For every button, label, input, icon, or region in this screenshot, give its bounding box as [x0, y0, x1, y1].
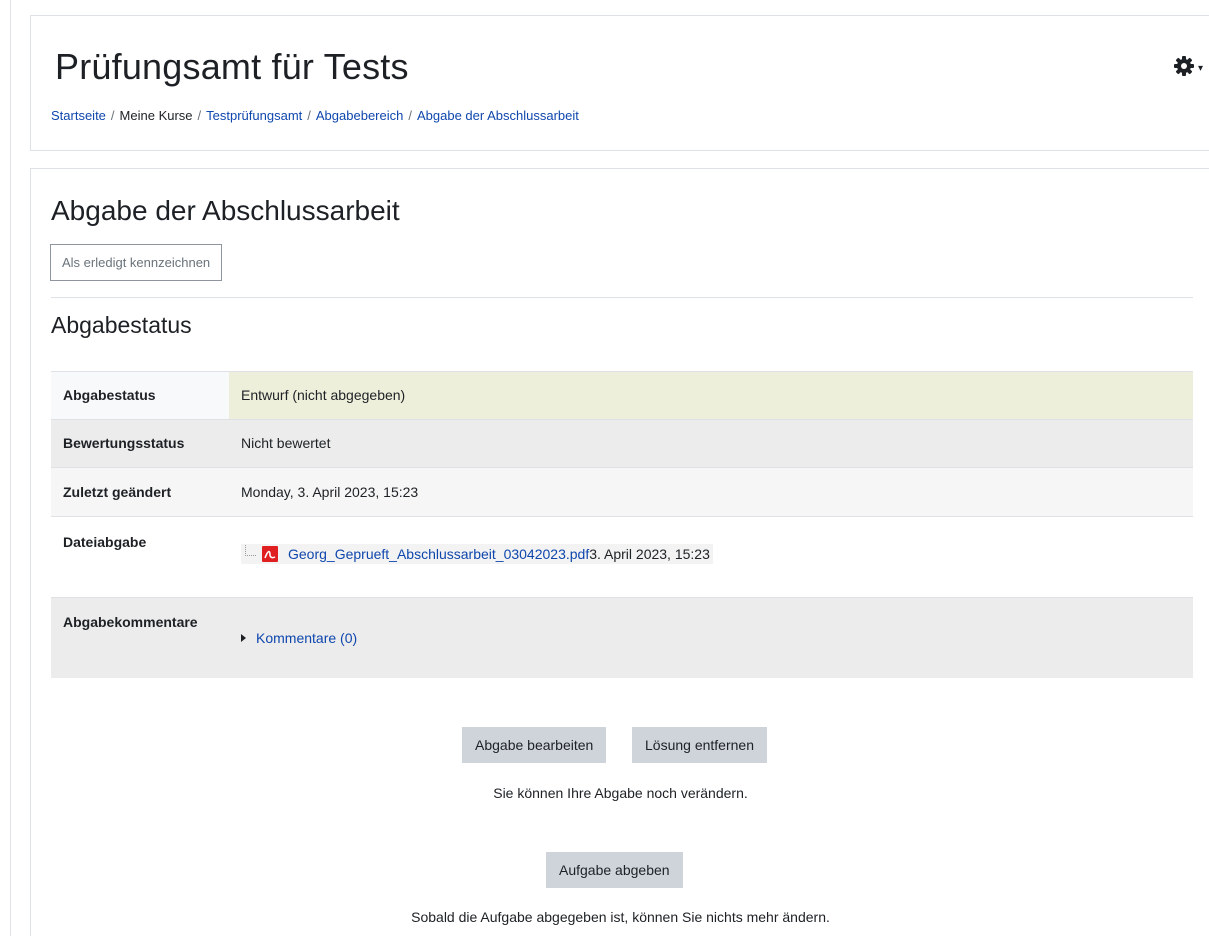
file-submission-cell: Georg_Geprueft_Abschlussarbeit_03042023.…: [229, 516, 1193, 598]
breadcrumb: Startseite / Meine Kurse / Testprüfungsamt / A…: [51, 108, 579, 123]
grading-status-value: Nicht bewertet: [229, 419, 1193, 468]
page-header: Prüfungsamt für Tests ▾ Startseite / Meine…: [30, 15, 1209, 151]
last-modified-value: Monday, 3. April 2023, 15:23: [229, 467, 1193, 517]
submit-assignment-button[interactable]: Aufgabe abgeben: [546, 852, 683, 888]
submission-status-label: Abgabestatus: [51, 371, 229, 420]
last-modified-label: Zuletzt geändert: [51, 467, 229, 517]
breadcrumb-separator: /: [110, 108, 115, 123]
pdf-file-icon: [262, 546, 278, 562]
file-date: 3. April 2023, 15:23: [589, 546, 710, 562]
tree-connector: [245, 544, 256, 556]
page-title: Abgabe der Abschlussarbeit: [51, 195, 400, 226]
divider: [51, 297, 1193, 298]
breadcrumb-section[interactable]: Abgabebereich: [316, 108, 403, 123]
submission-status-value: Entwurf (nicht abgegeben): [229, 371, 1193, 420]
assignment-card: Abgabe der Abschlussarbeit Als erledigt …: [30, 168, 1209, 936]
breadcrumb-current[interactable]: Abgabe der Abschlussarbeit: [417, 108, 579, 123]
edit-submission-button[interactable]: Abgabe bearbeiten: [462, 727, 607, 763]
breadcrumb-separator: /: [197, 108, 202, 123]
chevron-down-icon[interactable]: ▾: [1198, 63, 1203, 74]
comments-toggle[interactable]: Kommentare (0): [241, 630, 357, 646]
gear-icon[interactable]: [1173, 56, 1194, 81]
file-entry: Georg_Geprueft_Abschlussarbeit_03042023.…: [241, 544, 713, 564]
section-heading: Abgabestatus: [51, 312, 192, 338]
breadcrumb-separator: /: [408, 108, 412, 123]
table-row: Zuletzt geändert Monday, 3. April 2023, …: [51, 467, 1193, 517]
remove-submission-button[interactable]: Lösung entfernen: [632, 727, 767, 763]
breadcrumb-my-courses: Meine Kurse: [119, 108, 193, 123]
mark-as-done-button[interactable]: Als erledigt kennzeichnen: [50, 244, 223, 281]
file-submission-label: Dateiabgabe: [51, 516, 229, 598]
expand-triangle-icon[interactable]: [241, 634, 246, 642]
submit-note: Sobald die Aufgabe abgegeben ist, können…: [411, 909, 830, 925]
comments-cell: Kommentare (0): [229, 597, 1193, 678]
breadcrumb-home[interactable]: Startseite: [51, 108, 106, 123]
comments-link[interactable]: Kommentare (0): [256, 630, 357, 646]
breadcrumb-separator: /: [307, 108, 311, 123]
left-border: [10, 0, 11, 936]
course-title: Prüfungsamt für Tests: [55, 46, 409, 87]
grading-status-label: Bewertungsstatus: [51, 419, 229, 468]
table-row: Dateiabgabe Georg_Geprueft_Abschlussarbe…: [51, 516, 1193, 598]
submitted-file-link[interactable]: Georg_Geprueft_Abschlussarbeit_03042023.…: [288, 546, 589, 562]
table-row: Bewertungsstatus Nicht bewertet: [51, 419, 1193, 468]
course-settings-menu[interactable]: ▾: [1173, 56, 1203, 81]
breadcrumb-course[interactable]: Testprüfungsamt: [206, 108, 302, 123]
table-row: Abgabekommentare Kommentare (0): [51, 597, 1193, 678]
table-row: Abgabestatus Entwurf (nicht abgegeben): [51, 371, 1193, 420]
submission-status-table: Abgabestatus Entwurf (nicht abgegeben) B…: [51, 371, 1193, 678]
comments-label: Abgabekommentare: [51, 597, 229, 678]
edit-note: Sie können Ihre Abgabe noch verändern.: [493, 785, 748, 801]
